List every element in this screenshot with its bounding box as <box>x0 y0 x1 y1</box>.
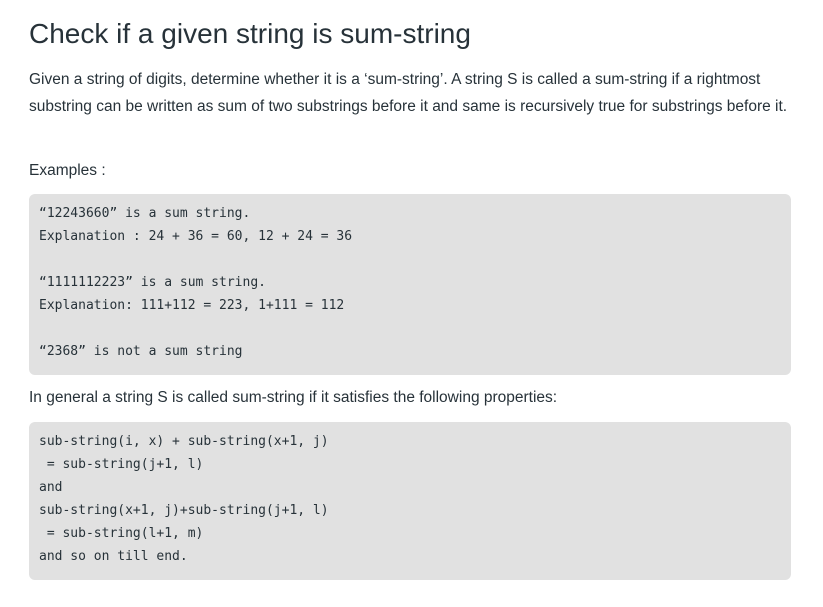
code-line: and <box>39 480 63 495</box>
article-page: Check if a given string is sum-string Gi… <box>0 0 823 607</box>
code-line: sub-string(i, x) + sub-string(x+1, j) <box>39 434 329 449</box>
code-line: and so on till end. <box>39 549 188 564</box>
code-line: “12243660” is a sum string. <box>39 206 251 221</box>
examples-label: Examples : <box>29 162 106 179</box>
general-paragraph: In general a string S is called sum-stri… <box>29 389 558 406</box>
examples-code-block: “12243660” is a sum string. Explanation … <box>29 194 791 375</box>
code-line: = sub-string(j+1, l) <box>39 457 204 472</box>
code-line: “1111112223” is a sum string. <box>39 275 266 290</box>
page-title: Check if a given string is sum-string <box>29 18 471 49</box>
code-line: = sub-string(l+1, m) <box>39 526 204 541</box>
code-line: “2368” is not a sum string <box>39 344 243 359</box>
code-line: Explanation: 111+112 = 223, 1+111 = 112 <box>39 298 345 313</box>
code-line: Explanation : 24 + 36 = 60, 12 + 24 = 36 <box>39 229 353 244</box>
code-line: sub-string(x+1, j)+sub-string(j+1, l) <box>39 503 329 518</box>
properties-code-block: sub-string(i, x) + sub-string(x+1, j) = … <box>29 422 791 580</box>
intro-paragraph: Given a string of digits, determine whet… <box>29 71 788 115</box>
